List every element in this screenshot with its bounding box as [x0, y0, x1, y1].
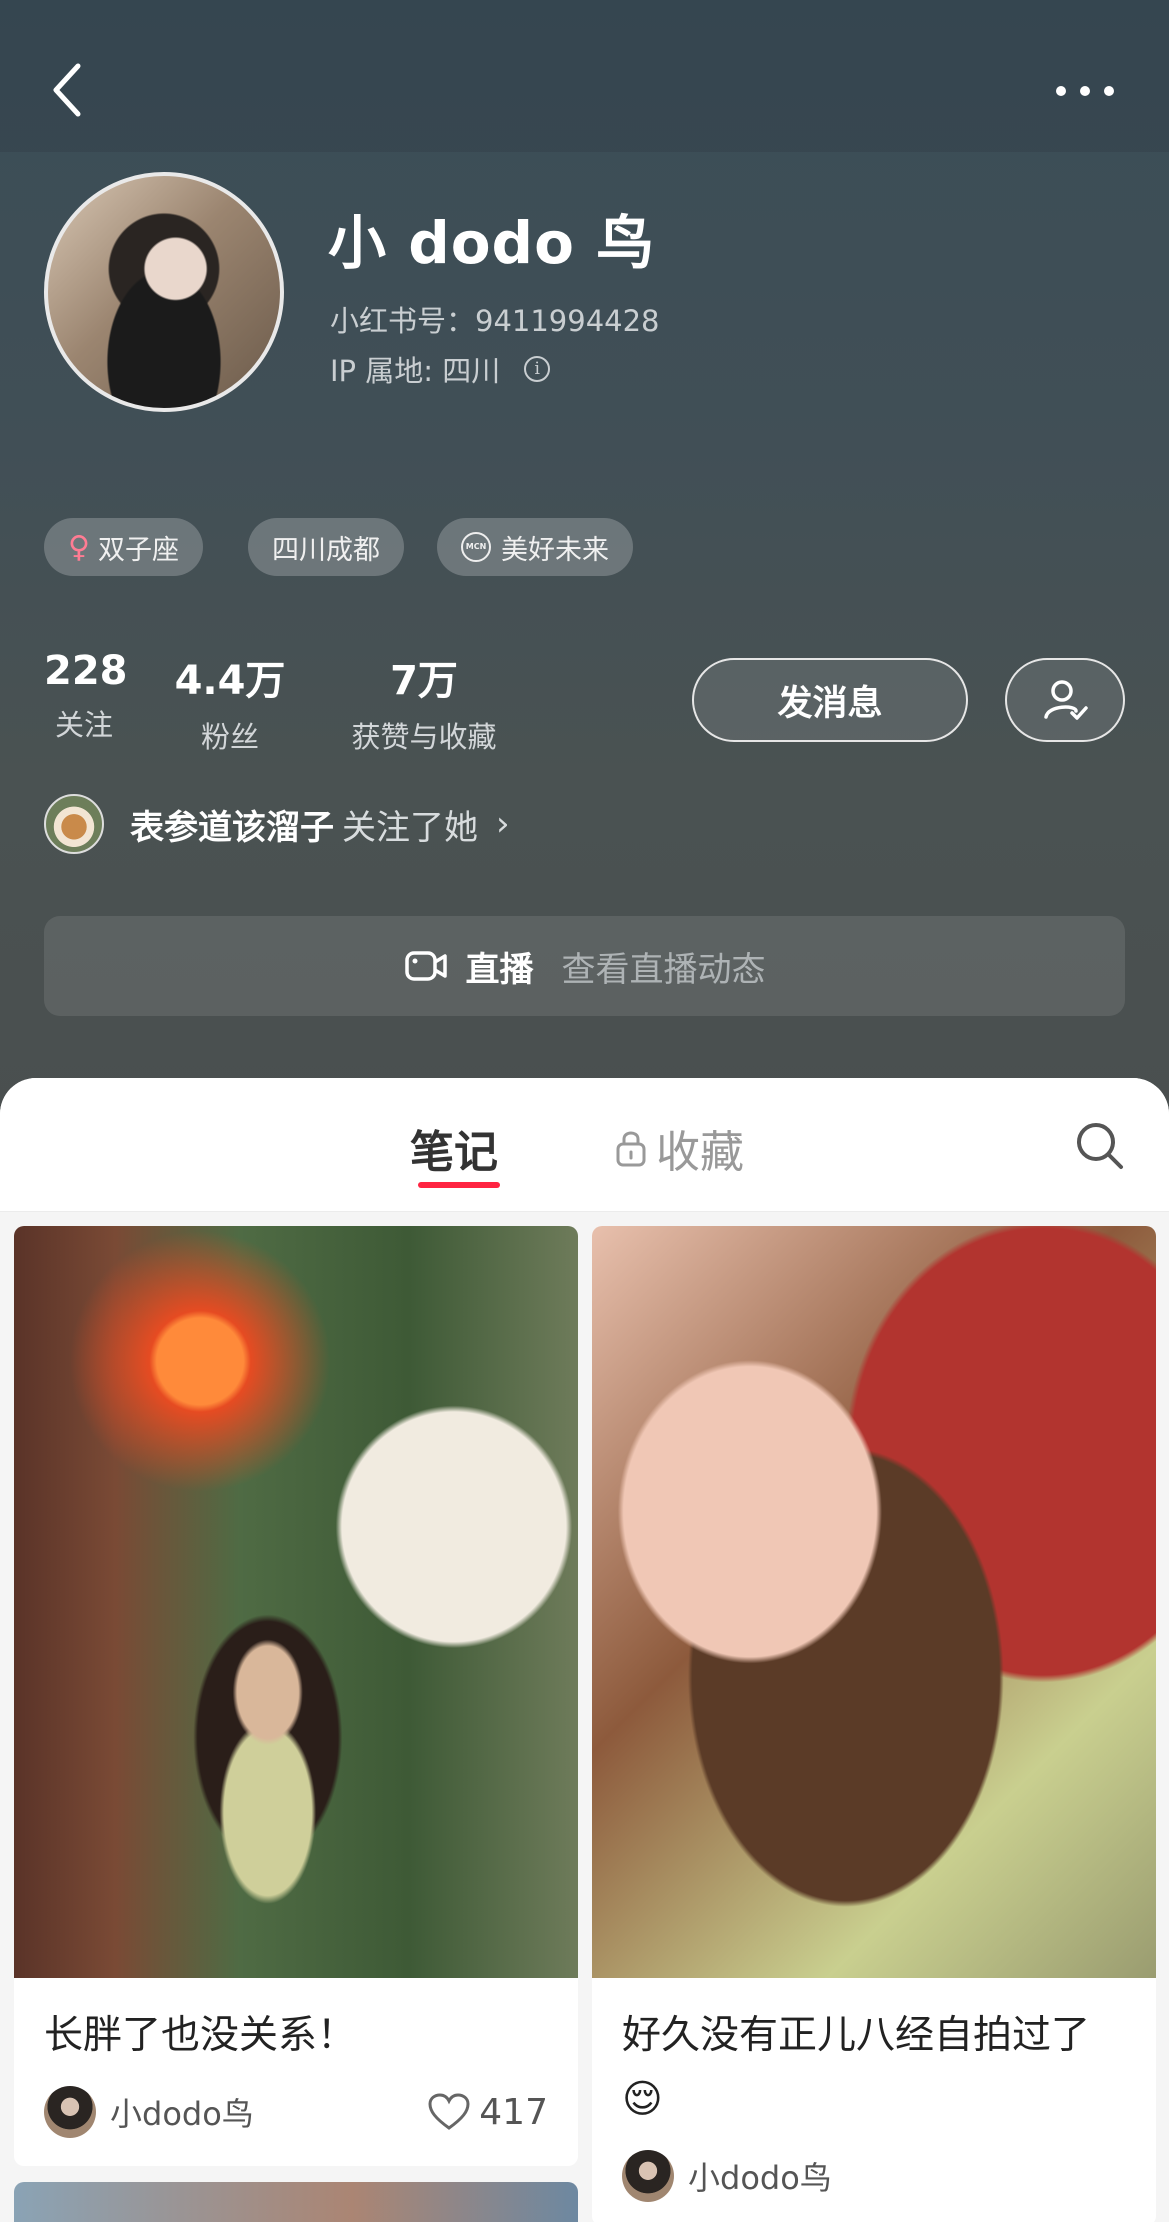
tab-collections-label: 收藏 [656, 1127, 744, 1178]
profile-avatar[interactable] [44, 172, 284, 412]
stat-label: 关注 [54, 708, 113, 742]
dot-icon [1056, 86, 1066, 96]
author-avatar [44, 2086, 96, 2138]
red-id: 小红书号：9411994428 [330, 304, 660, 338]
tag-location[interactable]: 四川成都 [248, 518, 404, 576]
mutual-follow-row[interactable]: 表参道该溜子 关注了她 › [44, 794, 510, 854]
note-card[interactable]: 长胖了也没关系！ 小dodo鸟 417 [14, 1226, 578, 2166]
user-check-icon [1044, 680, 1088, 720]
author-name: 小dodo鸟 [110, 2095, 254, 2133]
dot-icon [1080, 86, 1090, 96]
ip-location: IP 属地: 四川 i [330, 348, 551, 390]
back-button[interactable] [48, 60, 88, 120]
lock-icon [616, 1131, 646, 1167]
like-button[interactable]: 417 [427, 2092, 548, 2133]
note-card-partial[interactable] [14, 2182, 578, 2222]
active-tab-indicator [418, 1182, 500, 1188]
chevron-left-icon [53, 63, 81, 117]
author-name: 小dodo鸟 [688, 2159, 832, 2197]
live-bar[interactable]: 直播 查看直播动态 [44, 916, 1125, 1016]
mutual-name: 表参道该溜子 [130, 807, 334, 848]
stat-value: 7万 [390, 658, 458, 704]
like-count: 417 [479, 2091, 548, 2133]
stat-label: 获赞与收藏 [351, 720, 497, 754]
profile-name: 小 dodo 鸟 [328, 209, 656, 277]
follow-status-button[interactable] [1005, 658, 1125, 742]
tab-bar: 笔记 收藏 [0, 1078, 1169, 1212]
top-bar [0, 0, 1169, 152]
note-title: 好久没有正儿八经自拍过了😌 [622, 2013, 1091, 2122]
stat-likes-collects[interactable]: 7万 获赞与收藏 [334, 648, 514, 756]
chevron-right-icon: › [496, 804, 510, 844]
stat-value: 4.4万 [174, 658, 286, 704]
send-message-button[interactable]: 发消息 [692, 658, 968, 742]
tag-zodiac[interactable]: ♀ 双子座 [44, 518, 203, 576]
note-meta: 小dodo鸟 417 [14, 2068, 578, 2166]
more-options-button[interactable] [1050, 70, 1120, 110]
mutual-text: 关注了她 [342, 807, 478, 848]
mcn-icon: MCN [461, 532, 491, 562]
stat-followers[interactable]: 4.4万 粉丝 [170, 648, 290, 756]
video-camera-icon [404, 951, 447, 981]
note-cover-image [592, 1226, 1156, 1978]
heart-icon [428, 2093, 470, 2130]
note-title: 长胖了也没关系！ [44, 2013, 357, 2058]
tab-collections[interactable]: 收藏 [614, 1116, 744, 1180]
search-button[interactable] [1070, 1116, 1130, 1176]
tag-label: 美好未来 [501, 534, 609, 566]
note-card[interactable]: 好久没有正儿八经自拍过了😌 小dodo鸟 [592, 1226, 1156, 2222]
info-icon[interactable]: i [524, 356, 551, 382]
tag-label: 双子座 [97, 534, 179, 566]
stat-following[interactable]: 228 关注 [44, 648, 128, 744]
tag-mcn[interactable]: MCN 美好未来 [437, 518, 633, 576]
ip-location-text: IP 属地: 四川 [330, 354, 501, 388]
stat-value: 228 [44, 648, 128, 694]
notes-sheet: 笔记 收藏 长胖了也没关系！ 小dodo鸟 417 好久没有正儿八经自拍过了😌 … [0, 1078, 1169, 2222]
live-title: 直播 [465, 949, 534, 990]
tab-notes[interactable]: 笔记 [410, 1116, 498, 1180]
live-desc: 查看直播动态 [561, 949, 766, 990]
tag-label: 四川成都 [272, 534, 380, 566]
note-meta: 小dodo鸟 [592, 2132, 1156, 2222]
stat-label: 粉丝 [200, 720, 259, 754]
search-icon [1077, 1123, 1123, 1169]
note-cover-image [14, 1226, 578, 1978]
author-avatar [622, 2150, 674, 2202]
female-icon: ♀ [68, 529, 90, 565]
mutual-avatar [44, 794, 104, 854]
profile-header: 小 dodo 鸟 小红书号：9411994428 IP 属地: 四川 i ♀ 双… [0, 0, 1169, 1120]
dot-icon [1104, 86, 1114, 96]
